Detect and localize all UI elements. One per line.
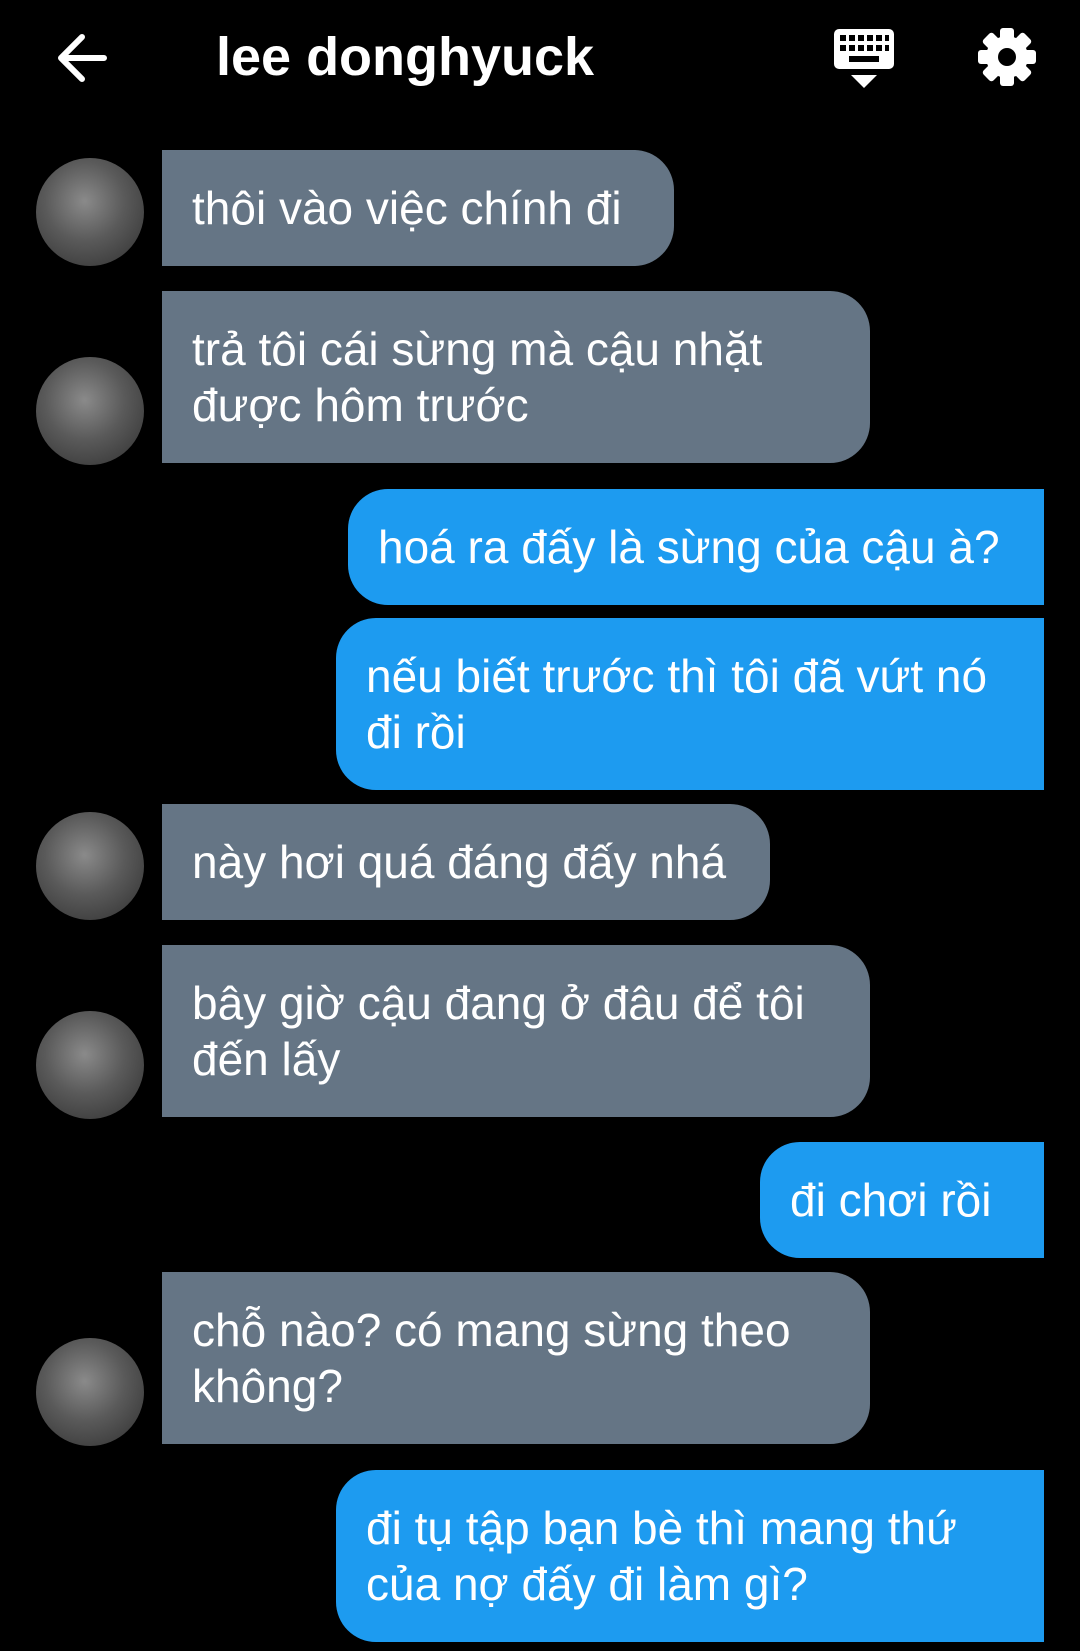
message-bubble-outgoing: nếu biết trước thì tôi đã vứt nó đi rồi bbox=[336, 618, 1044, 790]
avatar[interactable] bbox=[36, 158, 144, 266]
message-bubble-incoming: chỗ nào? có mang sừng theo không? bbox=[162, 1272, 870, 1444]
message-line: bây giờ cậu đang ở đâu để tôi bbox=[192, 977, 805, 1029]
keyboard-icon bbox=[834, 29, 894, 88]
message-line: được hôm trước bbox=[192, 379, 529, 431]
message-line: này hơi quá đáng đấy nhá bbox=[192, 836, 727, 888]
message-line: trả tôi cái sừng mà cậu nhặt bbox=[192, 323, 763, 375]
message-line: nếu biết trước thì tôi đã vứt nó bbox=[366, 650, 988, 702]
message-line: đến lấy bbox=[192, 1033, 341, 1085]
message-bubble-incoming: này hơi quá đáng đấy nhá bbox=[162, 804, 770, 920]
message-line: đi tụ tập bạn bè thì mang thứ bbox=[366, 1502, 957, 1554]
keyboard-button[interactable] bbox=[830, 26, 898, 92]
message-bubble-outgoing: đi tụ tập bạn bè thì mang thứ của nợ đấy… bbox=[336, 1470, 1044, 1642]
avatar[interactable] bbox=[36, 812, 144, 920]
message-line: hoá ra đấy là sừng của cậu à? bbox=[378, 521, 1000, 573]
message-bubble-outgoing: hoá ra đấy là sừng của cậu à? bbox=[348, 489, 1044, 605]
page-title: lee donghyuck bbox=[216, 27, 595, 87]
message-bubble-incoming: bây giờ cậu đang ở đâu để tôi đến lấy bbox=[162, 945, 870, 1117]
arrow-left-icon bbox=[58, 34, 107, 82]
message-line: thôi vào việc chính đi bbox=[192, 182, 622, 234]
avatar[interactable] bbox=[36, 1338, 144, 1446]
avatar[interactable] bbox=[36, 357, 144, 465]
avatar[interactable] bbox=[36, 1011, 144, 1119]
message-line: đi chơi rồi bbox=[790, 1174, 992, 1226]
settings-button[interactable] bbox=[976, 26, 1038, 88]
message-line: đi rồi bbox=[366, 706, 466, 758]
message-line: chỗ nào? có mang sừng theo bbox=[192, 1304, 791, 1356]
message-line: không? bbox=[192, 1360, 343, 1412]
message-line: của nợ đấy đi làm gì? bbox=[366, 1558, 808, 1610]
chat-header: lee donghyuck bbox=[0, 0, 1080, 120]
message-bubble-incoming: thôi vào việc chính đi bbox=[162, 150, 674, 266]
back-button[interactable] bbox=[52, 28, 116, 88]
gear-icon bbox=[978, 28, 1036, 86]
message-bubble-incoming: trả tôi cái sừng mà cậu nhặt được hôm tr… bbox=[162, 291, 870, 463]
message-bubble-outgoing: đi chơi rồi bbox=[760, 1142, 1044, 1258]
